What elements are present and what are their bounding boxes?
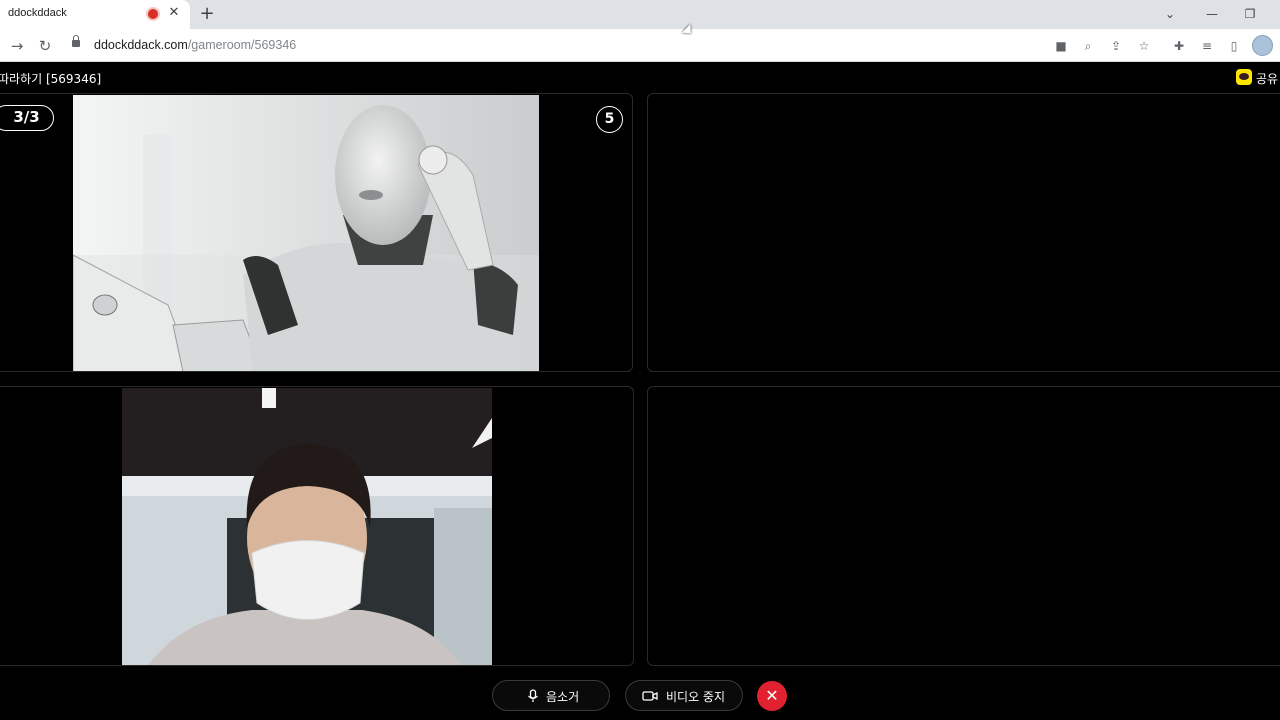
minimize-button[interactable]: — — [1202, 4, 1222, 24]
extensions-icon[interactable]: ✚ — [1170, 37, 1188, 55]
mic-icon — [528, 689, 538, 702]
tab-close-button[interactable]: ✕ — [166, 5, 182, 21]
reload-button[interactable]: ↻ — [35, 36, 55, 56]
profile-avatar[interactable] — [1252, 35, 1273, 56]
mute-button[interactable]: 음소거 — [492, 680, 610, 711]
video-label: 비디오 중지 — [666, 690, 726, 704]
zoom-icon[interactable]: ⌕ — [1079, 37, 1097, 55]
stop-video-button[interactable]: 비디오 중지 — [625, 680, 743, 711]
star-icon[interactable]: ☆ — [1135, 37, 1153, 55]
kakao-icon — [1236, 69, 1252, 85]
recording-indicator-icon — [148, 9, 158, 19]
address-bar[interactable]: ddockddack.com/gameroom/569346 — [64, 33, 1164, 58]
forward-button[interactable]: → — [7, 36, 27, 56]
share-label: 공유 — [1256, 72, 1279, 86]
browser-toolbar: → ↻ ddockddack.com/gameroom/569346 ■ ⌕ ⇪… — [0, 29, 1280, 62]
countdown-timer: 5 — [596, 106, 623, 133]
video-panel-2 — [647, 93, 1280, 372]
room-title: 따라하기 [569346] — [0, 72, 102, 86]
sidepanel-icon[interactable]: ▯ — [1225, 37, 1243, 55]
my-camera-video — [122, 388, 492, 665]
browser-tab[interactable]: ddockddack ✕ — [0, 0, 190, 29]
tab-title: ddockddack — [8, 7, 67, 19]
robot-image — [73, 95, 539, 371]
mute-label: 음소거 — [546, 690, 580, 704]
video-panel-3 — [0, 386, 634, 666]
round-counter: 3/3 — [0, 105, 54, 131]
app-header: 따라하기 [569346] 공유 — [0, 62, 1280, 92]
reference-video — [73, 95, 539, 371]
browser-tab-bar: ddockddack ✕ + ⌄ — ❐ — [0, 0, 1280, 29]
url-text: ddockddack.com/gameroom/569346 — [94, 38, 297, 52]
video-panel-1: 3/3 5 — [0, 93, 633, 372]
new-tab-button[interactable]: + — [198, 4, 216, 24]
leave-call-button[interactable]: ✕ — [757, 681, 787, 711]
video-panel-4 — [647, 386, 1280, 666]
camera-icon[interactable]: ■ — [1052, 37, 1070, 55]
lock-icon — [72, 35, 80, 47]
webcam-image — [122, 388, 492, 665]
share-icon[interactable]: ⇪ — [1107, 37, 1125, 55]
media-icon[interactable]: ≡ — [1198, 37, 1216, 55]
tab-search-icon[interactable]: ⌄ — [1160, 4, 1180, 24]
restore-button[interactable]: ❐ — [1240, 4, 1260, 24]
video-camera-icon — [642, 691, 658, 701]
